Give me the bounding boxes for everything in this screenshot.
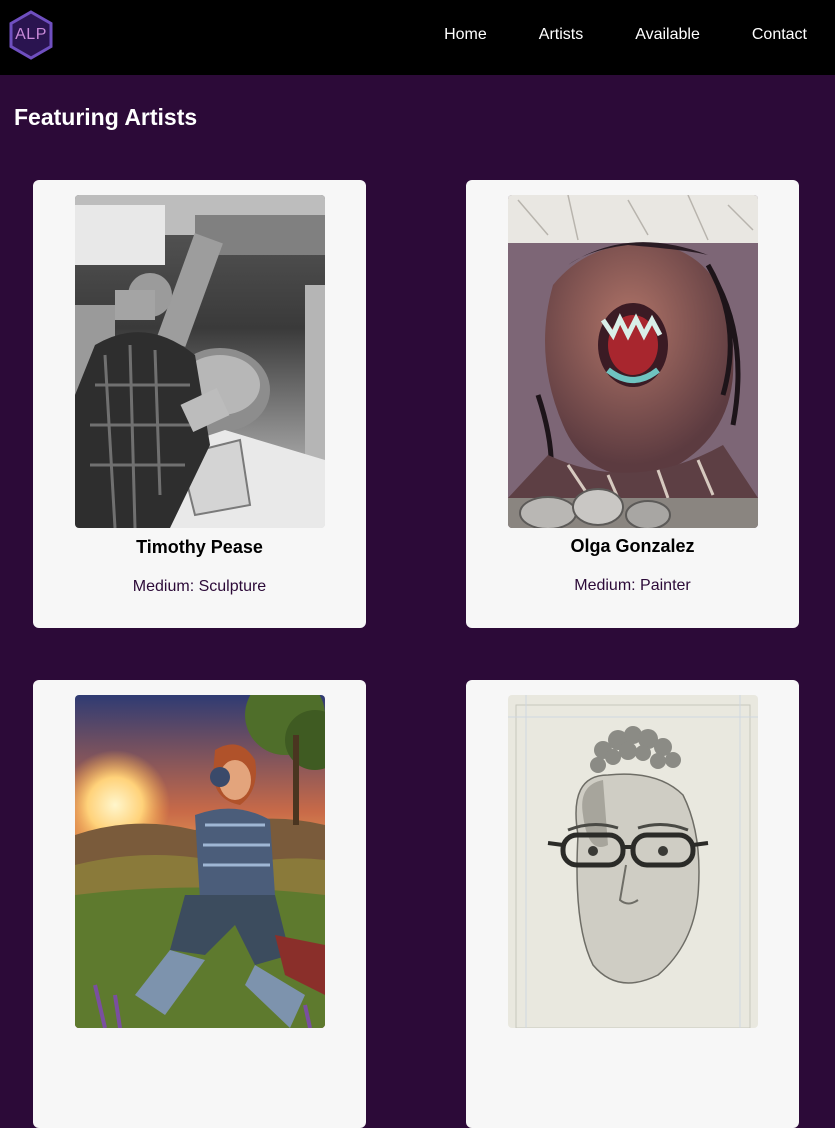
artist-card[interactable]: Timothy Pease Medium: Sculpture bbox=[33, 180, 366, 628]
artist-photo[interactable] bbox=[75, 195, 325, 528]
navbar: ALP Home Artists Available Contact bbox=[0, 0, 835, 75]
logo-text: ALP bbox=[15, 26, 47, 43]
artist-name: Olga Gonzalez bbox=[570, 536, 695, 556]
artist-photo[interactable] bbox=[508, 195, 758, 528]
artist-card[interactable] bbox=[33, 680, 366, 1128]
section-title: Featuring Artists bbox=[14, 104, 198, 130]
nav-link-artists[interactable]: Artists bbox=[539, 26, 583, 44]
artist-card[interactable] bbox=[466, 680, 799, 1128]
artist-medium: Medium: Painter bbox=[574, 577, 691, 594]
artist-photo[interactable] bbox=[508, 695, 758, 1028]
main-nav: Home Artists Available Contact bbox=[392, 0, 807, 70]
artist-card[interactable]: Olga Gonzalez Medium: Painter bbox=[466, 180, 799, 628]
artist-name: Timothy Pease bbox=[136, 537, 263, 557]
nav-link-contact[interactable]: Contact bbox=[752, 26, 807, 44]
artist-medium: Medium: Sculpture bbox=[132, 578, 267, 595]
nav-link-available[interactable]: Available bbox=[635, 26, 700, 44]
nav-link-home[interactable]: Home bbox=[444, 26, 487, 44]
site-logo[interactable]: ALP bbox=[8, 10, 54, 60]
artist-photo[interactable] bbox=[75, 695, 325, 1028]
